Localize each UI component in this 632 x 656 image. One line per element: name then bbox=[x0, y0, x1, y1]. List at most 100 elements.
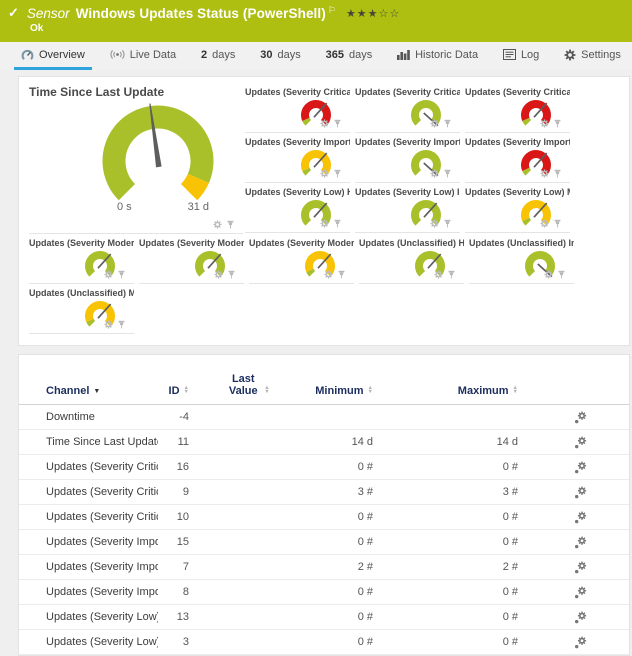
gear-icon[interactable] bbox=[430, 169, 439, 178]
pin-icon[interactable] bbox=[443, 119, 452, 128]
gauge-title: Updates (Unclassified) Install... bbox=[469, 238, 574, 248]
minimum-value: 0 # bbox=[307, 536, 373, 548]
pin-icon[interactable] bbox=[333, 219, 342, 228]
tab-settings[interactable]: Settings bbox=[557, 42, 628, 70]
column-header-channel[interactable]: Channel▼ bbox=[46, 385, 158, 397]
pin-icon[interactable] bbox=[553, 119, 562, 128]
gauge-cell: Updates (Severity Moderate) I... bbox=[139, 234, 244, 284]
channel-settings-cell bbox=[518, 586, 629, 599]
gauge-title: Updates (Severity Important) ... bbox=[465, 137, 570, 147]
tab-num: 365 bbox=[326, 49, 344, 61]
tab-historic-data[interactable]: Historic Data bbox=[390, 42, 485, 70]
gauge-cell: Updates (Unclassified) Hidden bbox=[359, 234, 464, 284]
pin-icon[interactable] bbox=[333, 119, 342, 128]
gauge-title: Updates (Severity Moderate) I... bbox=[139, 238, 244, 248]
gauge-title: Updates (Severity Critical) Ins... bbox=[355, 87, 460, 97]
gear-icon[interactable] bbox=[540, 169, 549, 178]
gear-icon[interactable] bbox=[324, 270, 333, 279]
table-row[interactable]: Time Since Last Update1114 d14 d bbox=[19, 430, 629, 455]
table-row[interactable]: Updates (Severity Low) ...130 #0 # bbox=[19, 605, 629, 630]
channel-settings-icon[interactable] bbox=[574, 611, 587, 624]
table-row[interactable]: Downtime-4 bbox=[19, 405, 629, 430]
pin-icon[interactable] bbox=[117, 270, 126, 279]
tab-label: Log bbox=[521, 49, 539, 61]
pin-icon[interactable] bbox=[117, 320, 126, 329]
gear-icon[interactable] bbox=[430, 119, 439, 128]
channel-settings-icon[interactable] bbox=[574, 411, 587, 424]
tab-365-days[interactable]: 365days bbox=[319, 42, 380, 70]
column-header-maximum[interactable]: Maximum▲▼ bbox=[373, 385, 518, 397]
gear-icon[interactable] bbox=[434, 270, 443, 279]
gear-icon[interactable] bbox=[320, 169, 329, 178]
small-gauge bbox=[294, 197, 338, 234]
gauge-arc bbox=[83, 95, 233, 213]
gauge-cell: Updates (Severity Moderate) ... bbox=[29, 234, 134, 284]
table-row[interactable]: Updates (Severity Critic...100 #0 # bbox=[19, 505, 629, 530]
gauge-cell: Updates (Severity Low) Install... bbox=[355, 183, 460, 233]
column-header-minimum[interactable]: Minimum▲▼ bbox=[307, 385, 373, 397]
gauge-title: Updates (Severity Moderate) ... bbox=[249, 238, 354, 248]
sort-icon[interactable]: ▼ bbox=[93, 388, 100, 395]
gear-icon[interactable] bbox=[213, 220, 222, 229]
channel-settings-icon[interactable] bbox=[574, 561, 587, 574]
tab-overview[interactable]: Overview bbox=[14, 42, 92, 70]
channel-name: Updates (Severity Impo... bbox=[46, 536, 158, 548]
gear-icon[interactable] bbox=[540, 219, 549, 228]
table-row[interactable]: Updates (Severity Impo...72 #2 # bbox=[19, 555, 629, 580]
gear-icon[interactable] bbox=[104, 320, 113, 329]
tab-live-data[interactable]: Live Data bbox=[103, 42, 183, 70]
channel-id: -4 bbox=[158, 411, 189, 423]
maximum-value: 0 # bbox=[373, 586, 518, 598]
channel-settings-icon[interactable] bbox=[574, 511, 587, 524]
pin-icon[interactable] bbox=[227, 270, 236, 279]
gear-icon[interactable] bbox=[540, 119, 549, 128]
pin-icon[interactable] bbox=[337, 270, 346, 279]
gear-icon[interactable] bbox=[430, 219, 439, 228]
pin-icon[interactable] bbox=[553, 219, 562, 228]
gauge-title: Updates (Severity Low) Hidden bbox=[245, 187, 350, 197]
gauge-cell: Updates (Unclassified) Missing bbox=[29, 284, 134, 334]
flag-icon[interactable]: ⚐ bbox=[328, 5, 336, 15]
table-row[interactable]: Updates (Severity Low) ...30 #0 # bbox=[19, 630, 629, 655]
tab-log[interactable]: Log bbox=[496, 42, 546, 70]
channel-settings-icon[interactable] bbox=[574, 636, 587, 649]
gear-icon[interactable] bbox=[214, 270, 223, 279]
sort-icon[interactable]: ▲▼ bbox=[368, 386, 373, 395]
priority-stars[interactable]: ★★★☆☆ bbox=[346, 7, 400, 20]
table-row[interactable]: Updates (Severity Critic...160 #0 # bbox=[19, 455, 629, 480]
log-icon bbox=[503, 49, 516, 60]
table-row[interactable]: Updates (Severity Critic...93 #3 # bbox=[19, 480, 629, 505]
sort-icon[interactable]: ▲▼ bbox=[513, 386, 518, 395]
gauge-max-label: 31 d bbox=[188, 201, 209, 213]
pin-icon[interactable] bbox=[447, 270, 456, 279]
channel-settings-icon[interactable] bbox=[574, 486, 587, 499]
channel-settings-icon[interactable] bbox=[574, 436, 587, 449]
gauge-cell: Updates (Severity Critical) Mi... bbox=[465, 83, 570, 133]
maximum-value: 0 # bbox=[373, 511, 518, 523]
pin-icon[interactable] bbox=[553, 169, 562, 178]
column-header-id[interactable]: ID▲▼ bbox=[158, 385, 189, 397]
maximum-value: 0 # bbox=[373, 461, 518, 473]
gear-icon[interactable] bbox=[544, 270, 553, 279]
gauge-cell-actions bbox=[324, 270, 346, 279]
gear-icon[interactable] bbox=[104, 270, 113, 279]
pin-icon[interactable] bbox=[443, 219, 452, 228]
gear-icon[interactable] bbox=[320, 219, 329, 228]
pin-icon[interactable] bbox=[443, 169, 452, 178]
table-row[interactable]: Updates (Severity Impo...80 #0 # bbox=[19, 580, 629, 605]
channel-settings-icon[interactable] bbox=[574, 461, 587, 474]
pin-icon[interactable] bbox=[333, 169, 342, 178]
status-badge: Ok bbox=[30, 23, 43, 34]
table-row[interactable]: Updates (Severity Impo...150 #0 # bbox=[19, 530, 629, 555]
sort-icon[interactable]: ▲▼ bbox=[264, 386, 269, 395]
gear-icon bbox=[564, 49, 576, 61]
sort-icon[interactable]: ▲▼ bbox=[184, 386, 189, 395]
pin-icon[interactable] bbox=[226, 220, 235, 229]
gear-icon[interactable] bbox=[320, 119, 329, 128]
tab-30-days[interactable]: 30days bbox=[253, 42, 308, 70]
channel-settings-icon[interactable] bbox=[574, 586, 587, 599]
tab-2-days[interactable]: 2days bbox=[194, 42, 242, 70]
channel-settings-icon[interactable] bbox=[574, 536, 587, 549]
column-header-last-value[interactable]: Last Value▲▼ bbox=[189, 373, 307, 397]
pin-icon[interactable] bbox=[557, 270, 566, 279]
